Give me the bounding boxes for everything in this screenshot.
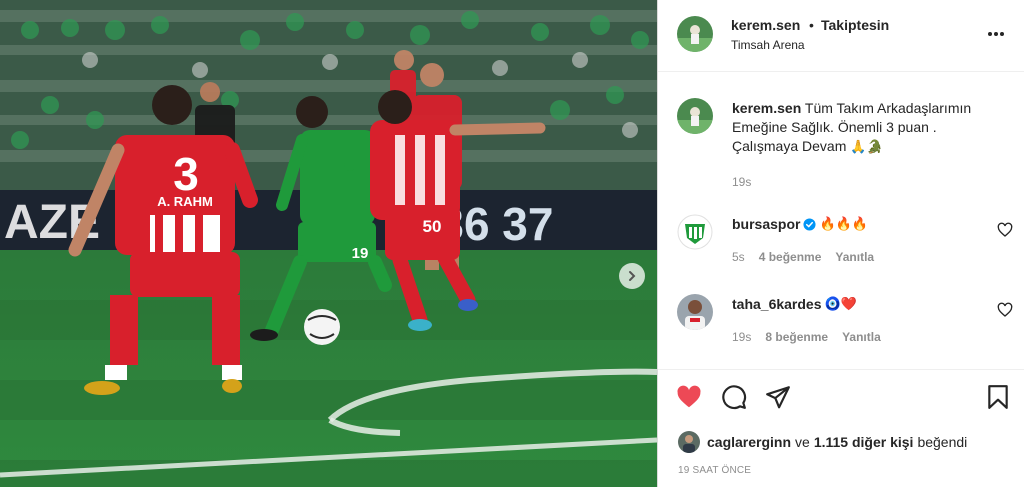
liker-avatar[interactable] — [678, 431, 700, 453]
jersey-number-19: 19 — [352, 245, 369, 262]
comment-likes[interactable]: 4 beğenme — [759, 250, 822, 264]
author-avatar[interactable] — [677, 16, 713, 52]
comment-item: taha_6kardes 🧿❤️ 19s 8 beğenme Yanıtla — [658, 294, 1024, 364]
comment-time[interactable]: 19s — [732, 330, 751, 344]
reply-button[interactable]: Yanıtla — [842, 330, 881, 344]
heart-filled-icon[interactable] — [676, 384, 702, 410]
post-timestamp[interactable]: 19 SAAT ÖNCE — [678, 465, 751, 476]
post-caption: kerem.sen Tüm Takım Arkadaşlarımın Emeği… — [732, 99, 992, 157]
bookmark-icon[interactable] — [985, 384, 1011, 410]
jersey-number-50: 50 — [423, 217, 442, 236]
more-options-icon[interactable] — [986, 26, 1006, 42]
reply-button[interactable]: Yanıtla — [835, 250, 874, 264]
comment-username[interactable]: taha_6kardes — [732, 296, 822, 312]
post-location[interactable]: Timsah Arena — [731, 38, 805, 52]
comment-text: 🧿❤️ — [824, 296, 857, 312]
football-match-image: AZE 8 36 37 3 A. RAHM 19 50 — [0, 0, 657, 487]
header-separator: • — [809, 17, 814, 33]
next-photo-button[interactable] — [619, 263, 645, 289]
comment-like-heart-icon[interactable] — [997, 222, 1013, 238]
likes-and: ve — [795, 434, 810, 450]
paper-plane-icon[interactable] — [765, 384, 791, 410]
comment-username[interactable]: bursaspor — [732, 216, 800, 232]
jersey-number-3: 3 — [173, 148, 199, 200]
chevron-right-icon — [629, 271, 636, 281]
comment-likes[interactable]: 8 beğenme — [765, 330, 828, 344]
caption-author-avatar[interactable] — [677, 98, 713, 134]
post-photo[interactable]: AZE 8 36 37 3 A. RAHM 19 50 — [0, 0, 657, 487]
comment-like-heart-icon[interactable] — [997, 302, 1013, 318]
commenter-avatar[interactable] — [677, 294, 713, 330]
likes-summary: caglarerginn ve 1.115 diğer kişi beğendi — [678, 431, 1018, 453]
comment-text: 🔥🔥🔥 — [819, 216, 869, 232]
comment-time[interactable]: 5s — [732, 250, 745, 264]
jersey-name: A. RAHM — [157, 194, 213, 209]
verified-badge-icon — [803, 217, 817, 231]
caption-username[interactable]: kerem.sen — [732, 100, 801, 116]
post-header: kerem.sen • Takiptesin Timsah Arena — [658, 0, 1024, 72]
post-side-panel: kerem.sen • Takiptesin Timsah Arena kere… — [657, 0, 1024, 487]
caption-timestamp[interactable]: 19s — [732, 175, 751, 189]
likes-count[interactable]: 1.115 diğer kişi — [814, 434, 914, 450]
author-username[interactable]: kerem.sen — [731, 17, 800, 33]
comment-item: bursaspor 🔥🔥🔥 5s 4 beğenme Yanıtla — [658, 214, 1024, 284]
actions-divider — [658, 369, 1024, 370]
caption-emojis: 🙏🐊 — [850, 140, 883, 155]
comment-bubble-icon[interactable] — [721, 384, 747, 410]
liker-username[interactable]: caglarerginn — [707, 434, 791, 450]
commenter-avatar[interactable] — [677, 214, 713, 250]
follow-status[interactable]: Takiptesin — [821, 17, 889, 33]
likes-suffix: beğendi — [917, 434, 968, 450]
